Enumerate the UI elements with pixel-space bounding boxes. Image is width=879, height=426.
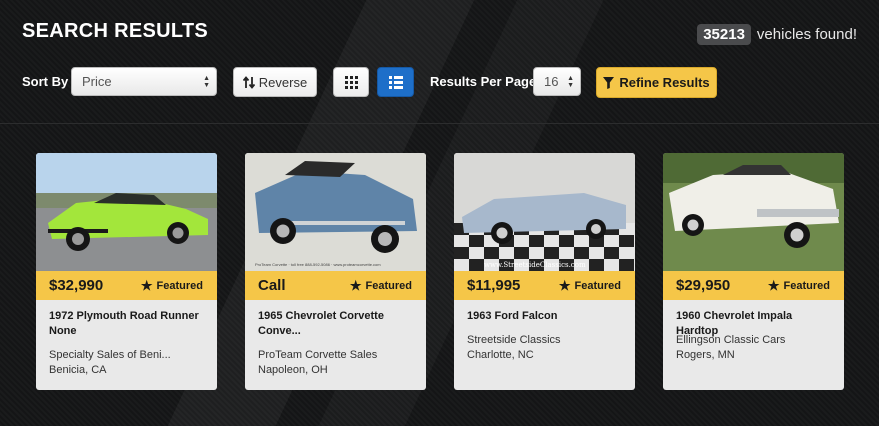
results-count: 35213 vehicles found! (697, 24, 857, 45)
listing-title-line: 1965 Chevrolet Corvette (258, 310, 384, 322)
star-icon: ★ (767, 277, 780, 293)
star-icon: ★ (349, 277, 362, 293)
listing-card[interactable]: www.StreetsideClassics.com $11,995 ★ Fea… (454, 153, 635, 390)
dealer-name: Specialty Sales of Beni... (49, 349, 171, 361)
vehicle-photo[interactable]: ProTeam Corvette · toll free 888-592-508… (245, 153, 426, 271)
listing-title[interactable]: 1972 Plymouth Road Runner None (49, 309, 209, 339)
select-arrows-icon: ▲ ▼ (567, 75, 574, 89)
photo-watermark: www.StreetsideClassics.com (484, 261, 586, 269)
results-count-suffix: vehicles found! (756, 26, 857, 43)
featured-label: Featured (783, 279, 830, 292)
price-bar: $11,995 ★ Featured (454, 271, 635, 300)
featured-label: Featured (156, 279, 203, 292)
star-icon: ★ (140, 277, 153, 293)
listing-price: $32,990 (49, 277, 104, 294)
vehicle-photo[interactable] (663, 153, 844, 271)
dealer-location: Rogers, MN (676, 349, 735, 361)
results-per-page-value: 16 (544, 74, 559, 89)
grid-view-icon (344, 75, 358, 89)
listing-title-line: None (49, 325, 77, 337)
featured-label: Featured (574, 279, 621, 292)
sort-by-label: Sort By (22, 74, 69, 89)
listing-title[interactable]: 1963 Ford Falcon (467, 309, 627, 324)
listing-price: Call (258, 277, 286, 294)
results-per-page-select[interactable]: 16 ▲ ▼ (533, 67, 581, 96)
price-bar: $32,990 ★ Featured (36, 271, 217, 300)
listing-title-line: 1972 Plymouth Road Runner (49, 310, 199, 322)
select-arrows-icon: ▲ ▼ (203, 75, 210, 89)
filter-icon (603, 76, 615, 89)
reverse-button-label: Reverse (258, 74, 308, 90)
listing-title[interactable]: 1965 Chevrolet Corvette Conve... (258, 309, 418, 339)
refine-results-label: Refine Results (619, 75, 710, 90)
sort-by-select[interactable]: Price ▲ ▼ (71, 67, 217, 96)
sort-arrows-icon (242, 75, 255, 89)
featured-badge: ★ Featured (559, 278, 621, 294)
sort-by-value: Price (82, 74, 112, 89)
listing-title-line: 1963 Ford Falcon (467, 310, 558, 322)
listing-card[interactable]: $32,990 ★ Featured 1972 Plymouth Road Ru… (36, 153, 217, 390)
list-view-icon (388, 75, 403, 89)
featured-label: Featured (365, 279, 412, 292)
dealer-name: Streetside Classics (467, 334, 561, 346)
featured-badge: ★ Featured (768, 278, 830, 294)
star-icon: ★ (558, 277, 571, 293)
listing-card[interactable]: $29,950 ★ Featured 1960 Chevrolet Impala… (663, 153, 844, 390)
listing-price: $11,995 (467, 277, 521, 294)
featured-badge: ★ Featured (141, 278, 203, 294)
refine-results-button[interactable]: Refine Results (596, 67, 717, 98)
dealer-location: Benicia, CA (49, 364, 107, 376)
dealer-location: Charlotte, NC (467, 349, 534, 361)
listing-title-line: Conve... (258, 325, 301, 337)
list-view-button[interactable] (377, 67, 414, 97)
listing-price: $29,950 (676, 277, 731, 294)
toolbar-divider (0, 123, 879, 124)
results-per-page-label: Results Per Page (430, 74, 537, 89)
featured-badge: ★ Featured (350, 278, 412, 294)
results-count-badge: 35213 (697, 24, 751, 45)
reverse-button[interactable]: Reverse (233, 67, 317, 97)
photo-watermark: ProTeam Corvette · toll free 888-592-508… (255, 262, 381, 267)
grid-view-button[interactable] (333, 67, 369, 97)
dealer-location: Napoleon, OH (258, 364, 328, 376)
dealer-name: Ellingson Classic Cars (676, 334, 786, 346)
price-bar: $29,950 ★ Featured (663, 271, 844, 300)
vehicle-photo[interactable] (36, 153, 217, 271)
price-bar: Call ★ Featured (245, 271, 426, 300)
vehicle-photo[interactable]: www.StreetsideClassics.com (454, 153, 635, 271)
dealer-name: ProTeam Corvette Sales (258, 349, 378, 361)
listing-card[interactable]: ProTeam Corvette · toll free 888-592-508… (245, 153, 426, 390)
page-title: SEARCH RESULTS (22, 20, 209, 42)
